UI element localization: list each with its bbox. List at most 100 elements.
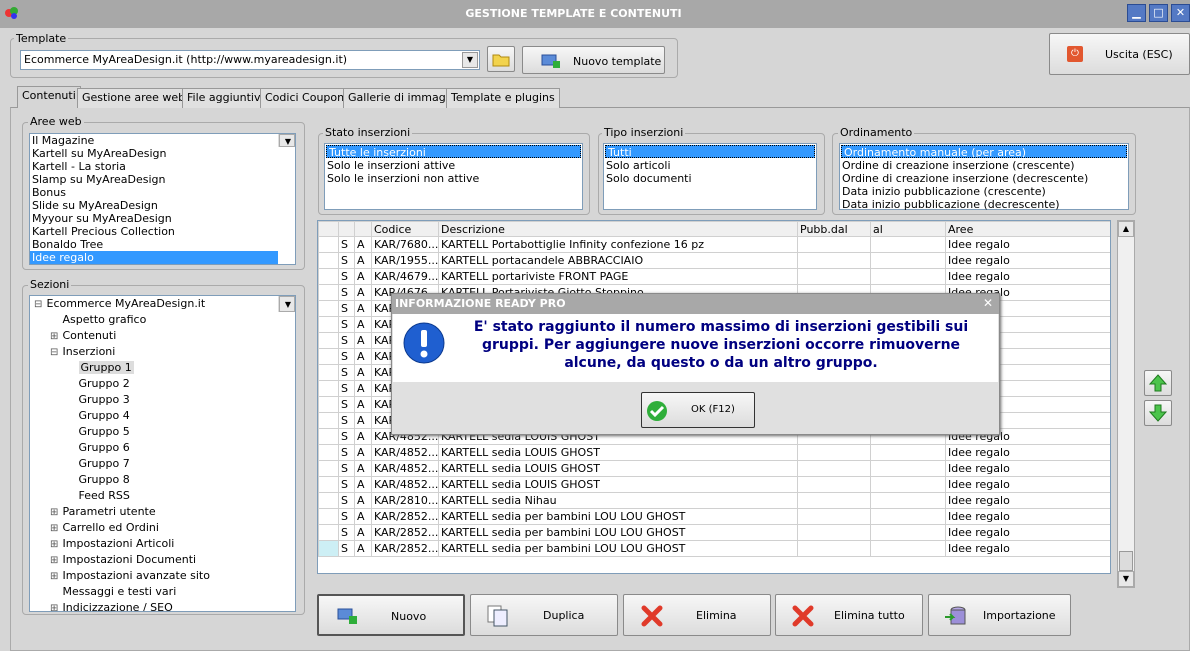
column-header[interactable]: Aree (945, 221, 1110, 237)
row-selector[interactable] (318, 444, 339, 461)
table-cell[interactable]: S (338, 460, 355, 477)
table-cell[interactable]: S (338, 380, 355, 397)
table-row[interactable]: S A KAR/4679... KARTELL portariviste FRONT … (318, 268, 1110, 285)
tab-contenuti[interactable]: Contenuti (17, 86, 81, 108)
table-cell[interactable] (870, 508, 946, 525)
minimize-button[interactable]: ▁ (1127, 4, 1146, 22)
table-cell[interactable]: S (338, 396, 355, 413)
table-cell[interactable] (797, 476, 871, 493)
row-selector[interactable] (318, 380, 339, 397)
table-row[interactable]: S A KAR/1955... KARTELL portacandele ABBRAC… (318, 252, 1110, 269)
table-cell[interactable]: KAR/4852... (371, 476, 439, 493)
tree-node[interactable]: ⊞ Indicizzazione / SEO (30, 600, 295, 611)
table-cell[interactable]: S (338, 476, 355, 493)
exit-button[interactable]: ⏻ Uscita (ESC) (1049, 33, 1190, 75)
table-cell[interactable] (870, 476, 946, 493)
row-selector[interactable] (318, 428, 339, 445)
tree-node[interactable]: ⊞ Impostazioni avanzate sito (30, 568, 295, 584)
table-cell[interactable]: A (354, 268, 372, 285)
table-cell[interactable]: A (354, 460, 372, 477)
table-cell[interactable]: Idee regalo (945, 268, 1110, 285)
tab-template-plugins[interactable]: Template e plugins (446, 88, 560, 108)
table-row[interactable]: S A KAR/2852... KARTELL sedia per bambini L… (318, 524, 1110, 541)
table-cell[interactable]: KARTELL sedia per bambini LOU LOU GHOST (438, 524, 798, 541)
table-cell[interactable]: A (354, 412, 372, 429)
row-selector[interactable] (318, 460, 339, 477)
chevron-down-icon[interactable]: ▼ (462, 52, 478, 68)
tree-node[interactable]: Gruppo 5 (30, 424, 295, 440)
table-cell[interactable]: S (338, 492, 355, 509)
table-cell[interactable]: KARTELL sedia LOUIS GHOST (438, 444, 798, 461)
table-cell[interactable]: KAR/2810... (371, 492, 439, 509)
maximize-button[interactable]: □ (1149, 4, 1168, 22)
template-select[interactable]: Ecommerce MyAreaDesign.it (http://www.my… (20, 50, 480, 70)
list-item[interactable]: Kartell Precious Collection (30, 225, 295, 238)
table-cell[interactable]: KARTELL sedia LOUIS GHOST (438, 460, 798, 477)
table-cell[interactable] (797, 252, 871, 269)
table-cell[interactable] (797, 492, 871, 509)
table-cell[interactable]: A (354, 332, 372, 349)
column-header[interactable] (318, 221, 339, 237)
scroll-up-icon[interactable]: ▲ (1118, 221, 1134, 237)
table-cell[interactable]: S (338, 364, 355, 381)
table-cell[interactable]: A (354, 444, 372, 461)
list-item[interactable]: Il Magazine (30, 134, 295, 147)
table-cell[interactable]: S (338, 268, 355, 285)
column-header[interactable] (338, 221, 355, 237)
table-cell[interactable]: Idee regalo (945, 492, 1110, 509)
tree-node[interactable]: ⊞ Impostazioni Documenti (30, 552, 295, 568)
table-cell[interactable]: S (338, 412, 355, 429)
list-item-selected[interactable]: Tutti (605, 145, 815, 158)
row-selector[interactable] (318, 396, 339, 413)
row-selector[interactable] (318, 284, 339, 301)
table-cell[interactable]: A (354, 380, 372, 397)
table-cell[interactable]: KAR/7680... (371, 236, 439, 253)
list-item[interactable]: Solo documenti (604, 172, 816, 185)
tree-node-selected[interactable]: Gruppo 1 (30, 360, 295, 376)
table-cell[interactable]: A (354, 476, 372, 493)
table-cell[interactable]: S (338, 508, 355, 525)
table-cell[interactable]: S (338, 300, 355, 317)
row-selector[interactable] (318, 540, 339, 557)
elimina-button[interactable]: Elimina (623, 594, 771, 636)
list-item-selected[interactable]: Tutte le inserzioni (326, 145, 581, 158)
table-cell[interactable] (797, 460, 871, 477)
nuovo-button[interactable]: Nuovo (317, 594, 465, 636)
tree-node[interactable]: Gruppo 7 (30, 456, 295, 472)
table-cell[interactable]: A (354, 348, 372, 365)
tab-file-aggiuntivi[interactable]: File aggiuntivi (182, 88, 269, 108)
close-button[interactable]: ✕ (1171, 4, 1190, 22)
list-item[interactable]: Myyour su MyAreaDesign (30, 212, 295, 225)
table-cell[interactable] (870, 460, 946, 477)
tree-node[interactable]: Gruppo 8 (30, 472, 295, 488)
scroll-down-icon[interactable]: ▼ (279, 134, 295, 147)
table-cell[interactable] (870, 268, 946, 285)
list-item[interactable]: Data inizio pubblicazione (decrescente) (840, 198, 1128, 211)
table-cell[interactable]: S (338, 332, 355, 349)
table-cell[interactable]: KAR/2852... (371, 524, 439, 541)
row-selector[interactable] (318, 412, 339, 429)
row-selector[interactable] (318, 508, 339, 525)
move-down-button[interactable] (1144, 400, 1172, 426)
table-row[interactable]: S A KAR/2852... KARTELL sedia per bambini L… (318, 508, 1110, 525)
table-cell[interactable]: Idee regalo (945, 252, 1110, 269)
table-cell[interactable]: S (338, 236, 355, 253)
table-cell[interactable] (870, 444, 946, 461)
table-cell[interactable] (870, 252, 946, 269)
sezioni-scrollbar[interactable]: ▲ ▼ (278, 296, 295, 312)
list-item[interactable]: Solo le inserzioni non attive (325, 172, 582, 185)
grid-scrollbar[interactable]: ▲ ▼ (1117, 220, 1135, 588)
list-item-selected[interactable]: Ordinamento manuale (per area) (841, 145, 1127, 158)
aree-web-scrollbar[interactable]: ▲ ▼ (278, 134, 295, 147)
importazione-button[interactable]: Importazione (928, 594, 1071, 636)
row-selector[interactable] (318, 524, 339, 541)
table-cell[interactable]: KAR/1955... (371, 252, 439, 269)
table-cell[interactable]: S (338, 444, 355, 461)
table-cell[interactable]: KARTELL portacandele ABBRACCIAIO (438, 252, 798, 269)
dialog-close-icon[interactable]: ✕ (983, 296, 993, 310)
tree-node[interactable]: ⊞ Impostazioni Articoli (30, 536, 295, 552)
table-row[interactable]: S A KAR/2852... KARTELL sedia per bambini L… (318, 540, 1110, 557)
row-selector[interactable] (318, 348, 339, 365)
table-cell[interactable]: S (338, 428, 355, 445)
scroll-down-icon[interactable]: ▼ (279, 296, 295, 312)
